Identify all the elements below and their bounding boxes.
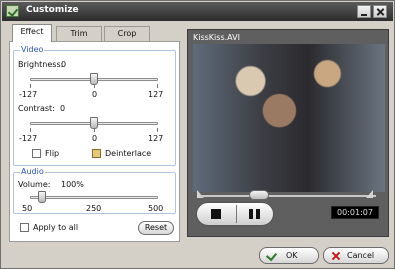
app-check-icon — [6, 5, 19, 17]
pause-icon[interactable] — [249, 209, 260, 219]
brightness-min: -127 — [19, 90, 38, 99]
ok-label: OK — [286, 251, 298, 260]
seek-track[interactable] — [200, 195, 376, 197]
tab-crop[interactable]: Crop — [104, 26, 150, 41]
flip-label: Flip — [45, 149, 60, 158]
brightness-max: 127 — [148, 90, 164, 99]
customize-window: Customize Effect Trim Crop Video Brightn… — [0, 0, 395, 269]
contrast-label: Contrast: — [18, 104, 55, 113]
seek-thumb[interactable] — [249, 190, 269, 200]
volume-slider-thumb[interactable] — [38, 191, 46, 203]
ok-button[interactable]: OK — [259, 247, 319, 264]
controls-divider — [236, 205, 237, 223]
playback-controls — [196, 202, 274, 226]
preview-filename: KissKiss.AVI — [193, 33, 240, 42]
deinterlace-label: Deinterlace — [105, 149, 152, 158]
brightness-ticks — [30, 84, 158, 88]
minimize-button[interactable] — [357, 5, 371, 18]
volume-label: Volume: — [18, 180, 51, 189]
video-preview — [193, 44, 385, 192]
cancel-button[interactable]: Cancel — [323, 247, 389, 264]
contrast-min: -127 — [19, 134, 38, 143]
brightness-mid: 0 — [92, 90, 98, 99]
x-icon — [331, 251, 341, 261]
cancel-label: Cancel — [347, 251, 375, 260]
preview-panel: KissKiss.AVI 00:01:07 — [187, 29, 389, 237]
check-icon — [265, 249, 278, 262]
deinterlace-checkbox[interactable] — [92, 149, 101, 158]
contrast-mid: 0 — [92, 134, 98, 143]
volume-min: 50 — [22, 204, 33, 213]
audio-group-legend: Audio — [20, 167, 45, 176]
video-group-legend: Video — [20, 45, 45, 54]
brightness-label: Brightness: — [18, 60, 64, 69]
effect-tab-panel: Video Brightness: 0 -127 0 127 Contrast:… — [9, 41, 180, 242]
volume-slider-track[interactable] — [30, 196, 158, 199]
close-button[interactable] — [373, 5, 387, 18]
reset-button[interactable]: Reset — [138, 221, 174, 235]
seek-bar[interactable] — [188, 190, 390, 202]
tab-effect[interactable]: Effect — [12, 24, 52, 42]
contrast-ticks — [30, 128, 158, 132]
time-display: 00:01:07 — [331, 206, 379, 219]
stop-icon[interactable] — [211, 209, 221, 219]
contrast-max: 127 — [148, 134, 164, 143]
tab-trim[interactable]: Trim — [56, 26, 102, 41]
volume-mid: 250 — [86, 204, 102, 213]
flip-checkbox[interactable] — [32, 149, 41, 158]
trim-end-marker-icon[interactable] — [366, 190, 373, 198]
brightness-value: 0 — [61, 60, 67, 69]
video-frame — [193, 44, 385, 192]
contrast-value: 0 — [60, 104, 66, 113]
apply-to-all-label: Apply to all — [33, 223, 79, 232]
volume-value: 100% — [61, 180, 84, 189]
window-title: Customize — [26, 5, 79, 15]
apply-to-all-checkbox[interactable] — [20, 223, 29, 232]
volume-max: 500 — [148, 204, 164, 213]
title-bar[interactable]: Customize — [2, 2, 393, 21]
